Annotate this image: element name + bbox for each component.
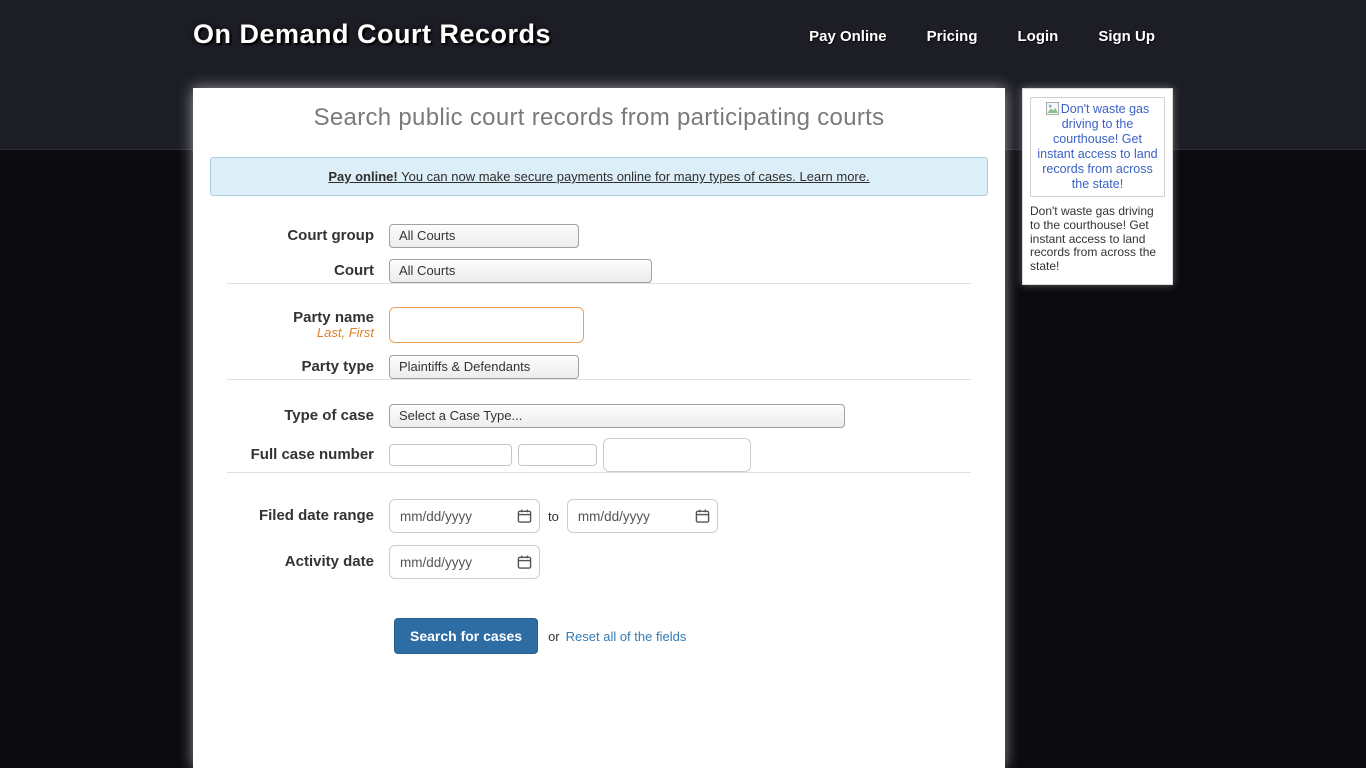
alert-bold-text: Pay online! [328, 169, 397, 184]
party-name-label: Party name Last, First [210, 309, 374, 341]
section-divider [227, 283, 971, 284]
calendar-icon[interactable] [517, 555, 532, 570]
court-group-label: Court group [210, 227, 374, 244]
alert-text: You can now make secure payments online … [398, 169, 800, 184]
party-name-label-text: Party name [293, 309, 374, 326]
promo-panel: Don't waste gas driving to the courthous… [1022, 88, 1173, 285]
form-actions: Search for cases or Reset all of the fie… [394, 618, 988, 654]
court-row: Court All Courts [210, 259, 988, 283]
or-text: or [548, 629, 560, 644]
promo-image-alt-text: Don't waste gas driving to the courthous… [1037, 102, 1157, 191]
nav-pay-online[interactable]: Pay Online [809, 28, 887, 45]
party-name-row: Party name Last, First [210, 307, 988, 343]
search-form: Court group All Courts Court All Courts … [193, 224, 1005, 654]
case-number-row: Full case number [210, 438, 988, 472]
case-type-label: Type of case [210, 407, 374, 424]
activity-date-label: Activity date [210, 553, 374, 570]
court-group-select[interactable]: All Courts [389, 224, 579, 248]
activity-date-row: Activity date [210, 545, 988, 579]
alert-learn-more-link[interactable]: Learn more. [800, 169, 870, 184]
court-select[interactable]: All Courts [389, 259, 652, 283]
nav-login[interactable]: Login [1018, 28, 1059, 45]
nav-pricing[interactable]: Pricing [927, 28, 978, 45]
promo-caption: Don't waste gas driving to the courthous… [1030, 205, 1165, 274]
court-group-row: Court group All Courts [210, 224, 988, 248]
top-nav: Pay Online Pricing Login Sign Up [809, 28, 1155, 45]
party-name-hint: Last, First [210, 326, 374, 341]
nav-sign-up[interactable]: Sign Up [1098, 28, 1155, 45]
calendar-icon[interactable] [695, 509, 710, 524]
promo-broken-image-link[interactable]: Don't waste gas driving to the courthous… [1030, 97, 1165, 197]
case-type-row: Type of case Select a Case Type... [210, 404, 988, 428]
case-type-select[interactable]: Select a Case Type... [389, 404, 845, 428]
search-for-cases-button[interactable]: Search for cases [394, 618, 538, 654]
filed-date-range-row: Filed date range to [210, 499, 988, 533]
page-title: Search public court records from partici… [193, 104, 1005, 132]
case-number-part3-input[interactable] [603, 438, 751, 472]
court-label: Court [210, 262, 374, 279]
section-divider [227, 379, 971, 380]
date-range-joiner: to [548, 509, 559, 524]
party-type-row: Party type Plaintiffs & Defendants [210, 355, 988, 379]
search-card: Search public court records from partici… [193, 88, 1005, 768]
case-number-part1-input[interactable] [389, 444, 512, 466]
filed-date-range-label: Filed date range [210, 507, 374, 524]
pay-online-alert-link[interactable]: Pay online! You can now make secure paym… [210, 157, 988, 196]
reset-fields-link[interactable]: Reset all of the fields [566, 629, 687, 644]
section-divider [227, 472, 971, 473]
calendar-icon[interactable] [517, 509, 532, 524]
broken-image-icon [1046, 102, 1059, 115]
case-number-part2-input[interactable] [518, 444, 597, 466]
party-name-input[interactable] [389, 307, 584, 343]
case-number-label: Full case number [210, 446, 374, 463]
party-type-label: Party type [210, 358, 374, 375]
site-title[interactable]: On Demand Court Records [193, 19, 551, 50]
party-type-select[interactable]: Plaintiffs & Defendants [389, 355, 579, 379]
